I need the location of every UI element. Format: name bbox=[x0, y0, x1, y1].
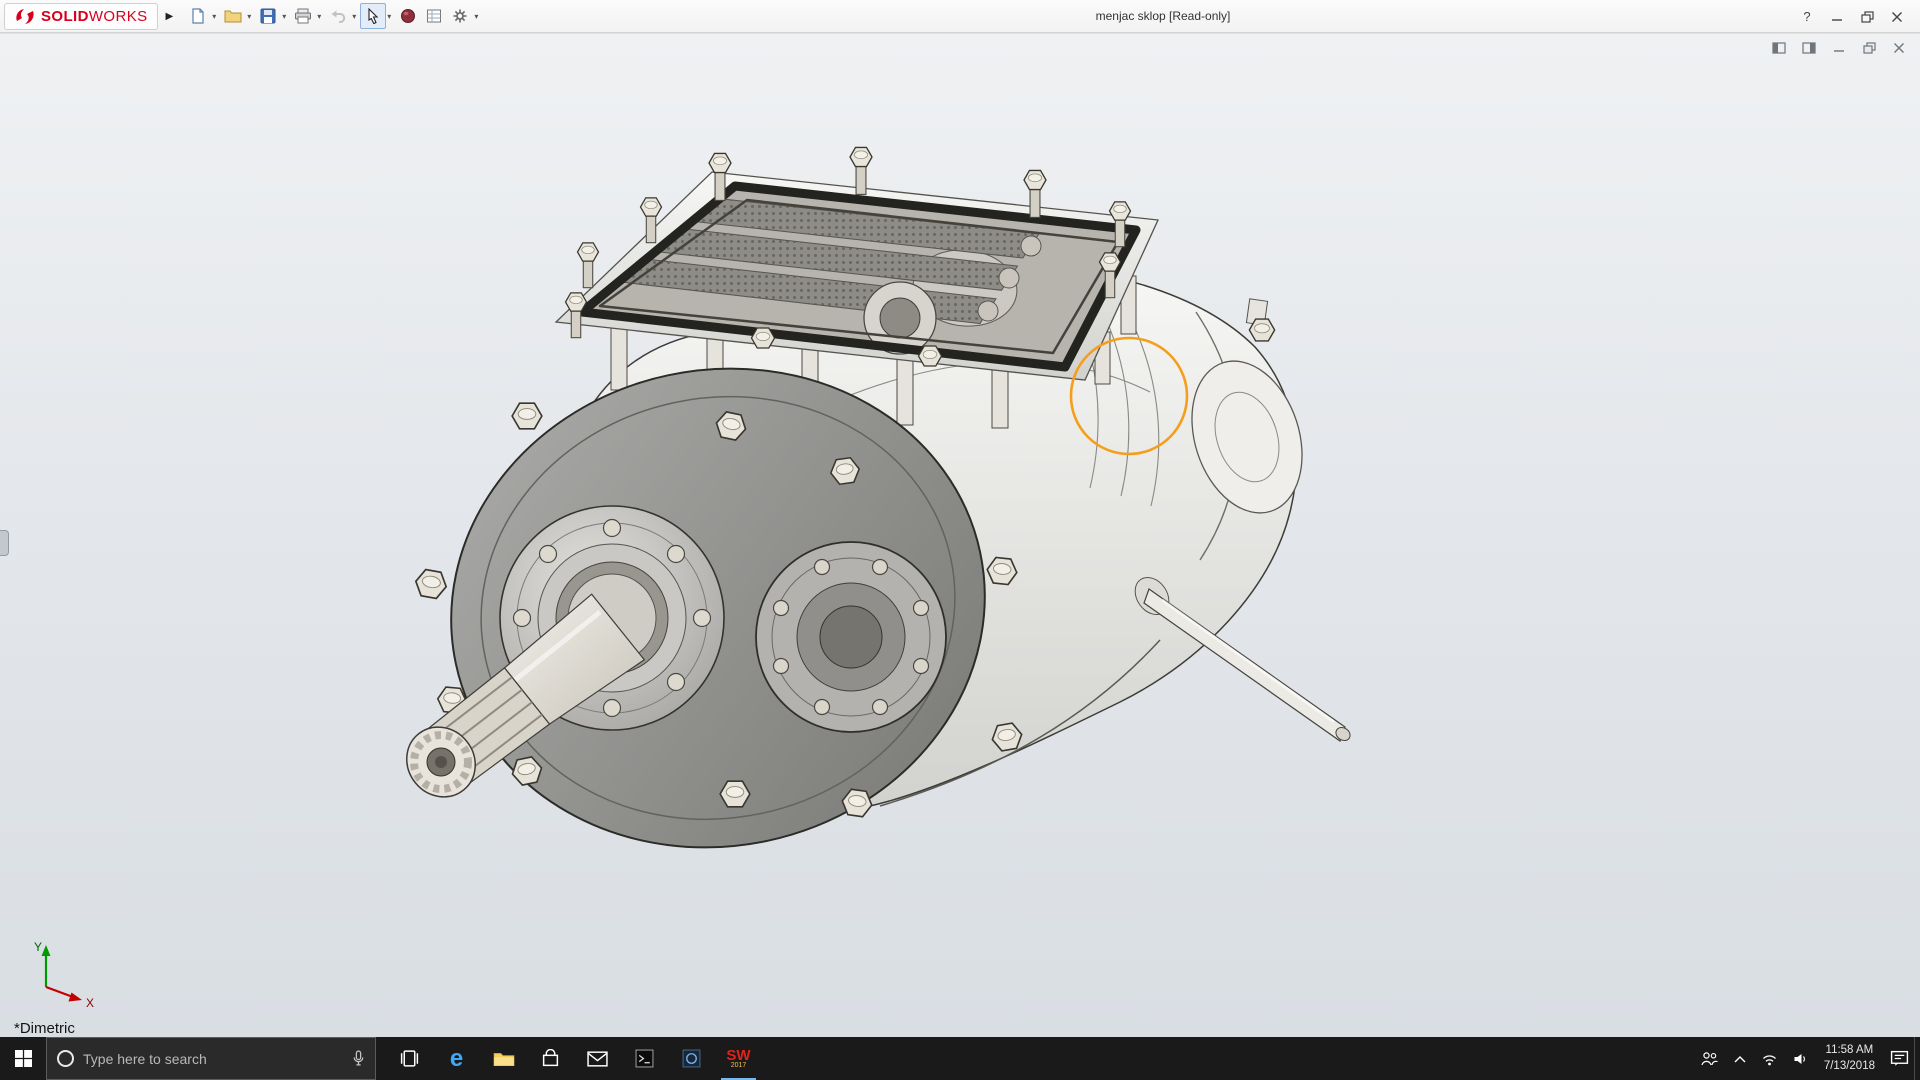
speaker-icon bbox=[1792, 1052, 1808, 1066]
select-cursor-icon bbox=[367, 8, 379, 24]
file-explorer-icon bbox=[493, 1050, 515, 1068]
printer-icon bbox=[294, 8, 312, 24]
undo-caret[interactable]: ▾ bbox=[352, 12, 356, 21]
edge-button[interactable]: e bbox=[433, 1037, 480, 1080]
help-button[interactable]: ? bbox=[1792, 0, 1822, 33]
new-document-button[interactable] bbox=[185, 3, 211, 29]
doc-close-button[interactable] bbox=[1890, 40, 1908, 56]
save-button[interactable] bbox=[255, 3, 281, 29]
start-button[interactable] bbox=[0, 1037, 46, 1080]
gearbox-3d-model[interactable] bbox=[0, 34, 1920, 1037]
close-button[interactable] bbox=[1882, 0, 1912, 33]
file-explorer-button[interactable] bbox=[480, 1037, 527, 1080]
mail-button[interactable] bbox=[574, 1037, 621, 1080]
open-document-button[interactable] bbox=[220, 3, 246, 29]
task-view-button[interactable] bbox=[386, 1037, 433, 1080]
save-floppy-icon bbox=[260, 8, 276, 24]
graphics-viewport[interactable]: Y X *Dimetric bbox=[0, 34, 1920, 1037]
pane-left-button[interactable] bbox=[1770, 40, 1788, 56]
feature-panel-collapse-tab[interactable] bbox=[0, 530, 9, 556]
action-center-button[interactable] bbox=[1884, 1037, 1914, 1080]
clock-time: 11:58 AM bbox=[1826, 1043, 1874, 1059]
taskbar-clock[interactable]: 11:58 AM 7/13/2018 bbox=[1815, 1037, 1884, 1080]
print-caret[interactable]: ▾ bbox=[317, 12, 321, 21]
tray-overflow-button[interactable] bbox=[1725, 1037, 1755, 1080]
media-app-button[interactable] bbox=[668, 1037, 715, 1080]
doc-close-icon bbox=[1893, 42, 1905, 54]
quick-access-toolbar: ▾ ▾ ▾ ▾ ▾ bbox=[185, 3, 482, 29]
people-button[interactable] bbox=[1695, 1037, 1725, 1080]
store-button[interactable] bbox=[527, 1037, 574, 1080]
solidworks-logo-text: SOLIDWORKS bbox=[41, 8, 148, 25]
clock-date: 7/13/2018 bbox=[1824, 1059, 1875, 1075]
select-tool-caret[interactable]: ▾ bbox=[387, 12, 391, 21]
solidworks-logo-icon bbox=[14, 6, 36, 26]
chevron-up-icon bbox=[1733, 1054, 1747, 1064]
options-caret[interactable]: ▾ bbox=[474, 12, 478, 21]
doc-minimize-icon bbox=[1833, 42, 1845, 54]
display-pane-button[interactable] bbox=[421, 3, 447, 29]
close-icon bbox=[1891, 11, 1903, 23]
show-desktop-button[interactable] bbox=[1914, 1037, 1920, 1080]
toolbar-flyout-arrow-icon[interactable]: ▶ bbox=[166, 11, 174, 22]
title-bar: SOLIDWORKS ▶ ▾ ▾ ▾ bbox=[0, 0, 1920, 33]
solidworks-app-button[interactable]: SW 2017 bbox=[715, 1037, 762, 1080]
appearance-sphere-icon bbox=[400, 8, 416, 24]
microphone-icon[interactable] bbox=[352, 1050, 365, 1067]
display-pane-icon bbox=[426, 8, 442, 24]
action-center-icon bbox=[1890, 1050, 1909, 1067]
solidworks-menu[interactable]: SOLIDWORKS bbox=[4, 3, 158, 30]
gear-icon bbox=[452, 8, 468, 24]
taskbar-apps: e bbox=[386, 1037, 762, 1080]
pane-right-button[interactable] bbox=[1800, 40, 1818, 56]
document-window-controls bbox=[1770, 40, 1908, 56]
solidworks-app-icon: SW 2017 bbox=[724, 1044, 754, 1074]
orientation-triad[interactable]: Y X bbox=[16, 935, 116, 1011]
restore-icon bbox=[1861, 11, 1874, 23]
terminal-icon bbox=[635, 1049, 654, 1068]
volume-button[interactable] bbox=[1785, 1037, 1815, 1080]
pane-right-icon bbox=[1802, 42, 1816, 54]
window-controls: ? bbox=[1792, 0, 1912, 33]
wifi-icon bbox=[1761, 1052, 1778, 1066]
doc-restore-button[interactable] bbox=[1860, 40, 1878, 56]
select-tool-button[interactable] bbox=[360, 3, 386, 29]
task-view-icon bbox=[399, 1050, 420, 1067]
x-axis-label: X bbox=[86, 996, 94, 1010]
doc-minimize-button[interactable] bbox=[1830, 40, 1848, 56]
cortana-icon bbox=[57, 1050, 74, 1067]
mail-icon bbox=[587, 1051, 608, 1067]
options-button[interactable] bbox=[447, 3, 473, 29]
people-icon bbox=[1700, 1051, 1719, 1066]
network-button[interactable] bbox=[1755, 1037, 1785, 1080]
new-document-caret[interactable]: ▾ bbox=[212, 12, 216, 21]
x-axis bbox=[46, 987, 73, 997]
document-title: menjac sklop [Read-only] bbox=[1096, 9, 1231, 23]
restore-button[interactable] bbox=[1852, 0, 1882, 33]
open-document-caret[interactable]: ▾ bbox=[247, 12, 251, 21]
taskbar-search-input[interactable] bbox=[83, 1051, 343, 1067]
terminal-button[interactable] bbox=[621, 1037, 668, 1080]
new-document-icon bbox=[190, 8, 206, 24]
appearances-button[interactable] bbox=[395, 3, 421, 29]
open-folder-icon bbox=[224, 9, 242, 23]
store-icon bbox=[541, 1049, 560, 1068]
windows-logo-icon bbox=[15, 1050, 32, 1067]
taskbar: e bbox=[0, 1037, 1920, 1080]
taskbar-search[interactable] bbox=[46, 1037, 376, 1080]
doc-restore-icon bbox=[1863, 42, 1876, 54]
view-orientation-label: *Dimetric bbox=[14, 1020, 75, 1037]
minimize-button[interactable] bbox=[1822, 0, 1852, 33]
edge-icon: e bbox=[450, 1047, 463, 1071]
side-cover[interactable] bbox=[756, 542, 946, 732]
save-caret[interactable]: ▾ bbox=[282, 12, 286, 21]
system-tray: 11:58 AM 7/13/2018 bbox=[1695, 1037, 1920, 1080]
y-axis-label: Y bbox=[34, 940, 42, 954]
minimize-icon bbox=[1831, 11, 1843, 23]
undo-button[interactable] bbox=[325, 3, 351, 29]
media-app-icon bbox=[682, 1049, 701, 1068]
undo-icon bbox=[330, 9, 346, 23]
pane-left-icon bbox=[1772, 42, 1786, 54]
print-button[interactable] bbox=[290, 3, 316, 29]
